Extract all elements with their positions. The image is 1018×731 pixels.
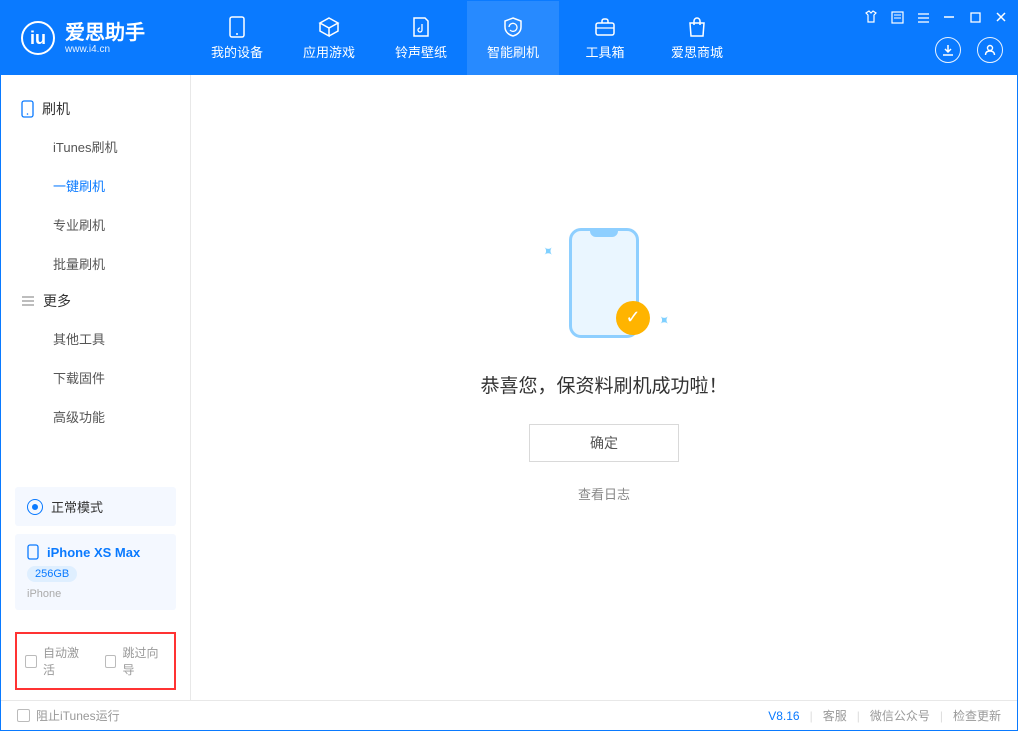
app-name: 爱思助手 [65, 22, 145, 44]
checkbox-skip-guide[interactable]: 跳过向导 [105, 644, 167, 678]
checkbox-icon [105, 655, 117, 668]
device-type: iPhone [27, 588, 164, 600]
device-name: iPhone XS Max [47, 545, 140, 560]
menu-icon[interactable] [915, 9, 931, 25]
sidebar-item-advanced[interactable]: 高级功能 [1, 397, 190, 436]
tab-label: 铃声壁纸 [395, 42, 447, 61]
close-button[interactable] [993, 9, 1009, 25]
main-content: ✦ ✓ ✦ 恭喜您，保资料刷机成功啦！ 确定 查看日志 [191, 75, 1017, 700]
device-small-icon [27, 544, 39, 560]
bag-icon [686, 16, 708, 38]
tab-ringtone-wallpaper[interactable]: 铃声壁纸 [375, 1, 467, 75]
footer-link-update[interactable]: 检查更新 [953, 707, 1001, 724]
sidebar-item-download-firmware[interactable]: 下载固件 [1, 358, 190, 397]
tab-toolbox[interactable]: 工具箱 [559, 1, 651, 75]
mode-label: 正常模式 [51, 497, 103, 516]
tab-apps-games[interactable]: 应用游戏 [283, 1, 375, 75]
app-url: www.i4.cn [65, 44, 145, 55]
device-capacity: 256GB [27, 566, 77, 582]
sidebar-item-other-tools[interactable]: 其他工具 [1, 319, 190, 358]
device-icon [226, 16, 248, 38]
minimize-button[interactable] [941, 9, 957, 25]
mode-indicator-icon [27, 499, 43, 515]
device-name-row: iPhone XS Max [27, 544, 164, 560]
footer-link-support[interactable]: 客服 [823, 707, 847, 724]
header-action-icons [935, 37, 1003, 63]
checkbox-icon [17, 709, 30, 722]
separator: | [810, 709, 813, 723]
tab-label: 我的设备 [211, 42, 263, 61]
nav-tabs: 我的设备 应用游戏 铃声壁纸 智能刷机 工具箱 爱思商城 [191, 1, 743, 75]
sidebar-item-onekey-flash[interactable]: 一键刷机 [1, 166, 190, 205]
shirt-icon[interactable] [863, 9, 879, 25]
app-header: iu 爱思助手 www.i4.cn 我的设备 应用游戏 铃声壁纸 智能刷机 工具… [1, 1, 1017, 75]
check-label: 自动激活 [43, 644, 87, 678]
mode-box[interactable]: 正常模式 [15, 487, 176, 526]
separator: | [940, 709, 943, 723]
toolbox-icon [594, 16, 616, 38]
download-icon[interactable] [935, 37, 961, 63]
window-controls [863, 9, 1009, 25]
checkbox-icon [25, 655, 37, 668]
refresh-shield-icon [502, 16, 524, 38]
music-file-icon [410, 16, 432, 38]
check-label: 跳过向导 [122, 644, 166, 678]
sidebar: 刷机 iTunes刷机 一键刷机 专业刷机 批量刷机 更多 其他工具 下载固件 … [1, 75, 191, 700]
user-icon[interactable] [977, 37, 1003, 63]
tab-store[interactable]: 爱思商城 [651, 1, 743, 75]
maximize-button[interactable] [967, 9, 983, 25]
device-box[interactable]: iPhone XS Max 256GB iPhone [15, 534, 176, 610]
check-label: 阻止iTunes运行 [36, 707, 120, 724]
footer-link-wechat[interactable]: 微信公众号 [870, 707, 930, 724]
sidebar-item-itunes-flash[interactable]: iTunes刷机 [1, 127, 190, 166]
note-icon[interactable] [889, 9, 905, 25]
highlighted-checks-row: 自动激活 跳过向导 [15, 632, 176, 690]
ok-button[interactable]: 确定 [529, 424, 679, 462]
check-badge-icon: ✓ [616, 301, 650, 335]
checkbox-auto-activate[interactable]: 自动激活 [25, 644, 87, 678]
tab-label: 应用游戏 [303, 42, 355, 61]
logo-area: iu 爱思助手 www.i4.cn [1, 1, 191, 75]
sidebar-section-more: 更多 [1, 283, 190, 319]
footer: 阻止iTunes运行 V8.16 | 客服 | 微信公众号 | 检查更新 [1, 700, 1017, 730]
separator: | [857, 709, 860, 723]
tab-label: 爱思商城 [671, 42, 723, 61]
view-log-link[interactable]: 查看日志 [578, 484, 630, 503]
tab-label: 工具箱 [585, 42, 624, 61]
sidebar-item-batch-flash[interactable]: 批量刷机 [1, 244, 190, 283]
body: 刷机 iTunes刷机 一键刷机 专业刷机 批量刷机 更多 其他工具 下载固件 … [1, 75, 1017, 700]
sparkle-icon: ✦ [654, 310, 674, 330]
phone-icon [21, 100, 34, 118]
success-illustration: ✦ ✓ ✦ [524, 213, 684, 353]
sidebar-item-pro-flash[interactable]: 专业刷机 [1, 205, 190, 244]
sidebar-bottom: 正常模式 iPhone XS Max 256GB iPhone 自动激活 跳过向… [1, 479, 190, 700]
footer-left: 阻止iTunes运行 [17, 707, 120, 724]
sidebar-section-flash: 刷机 [1, 91, 190, 127]
logo-icon: iu [21, 21, 55, 55]
tab-smart-flash[interactable]: 智能刷机 [467, 1, 559, 75]
version-label: V8.16 [768, 709, 799, 723]
tab-my-device[interactable]: 我的设备 [191, 1, 283, 75]
footer-right: V8.16 | 客服 | 微信公众号 | 检查更新 [768, 707, 1001, 724]
checkbox-block-itunes[interactable]: 阻止iTunes运行 [17, 707, 120, 724]
list-icon [21, 295, 35, 307]
section-title: 刷机 [42, 99, 70, 119]
sparkle-icon: ✦ [538, 241, 558, 261]
tab-label: 智能刷机 [487, 42, 539, 61]
section-title: 更多 [43, 291, 71, 311]
success-message: 恭喜您，保资料刷机成功啦！ [480, 371, 727, 398]
logo-text: 爱思助手 www.i4.cn [65, 22, 145, 55]
cube-icon [318, 16, 340, 38]
